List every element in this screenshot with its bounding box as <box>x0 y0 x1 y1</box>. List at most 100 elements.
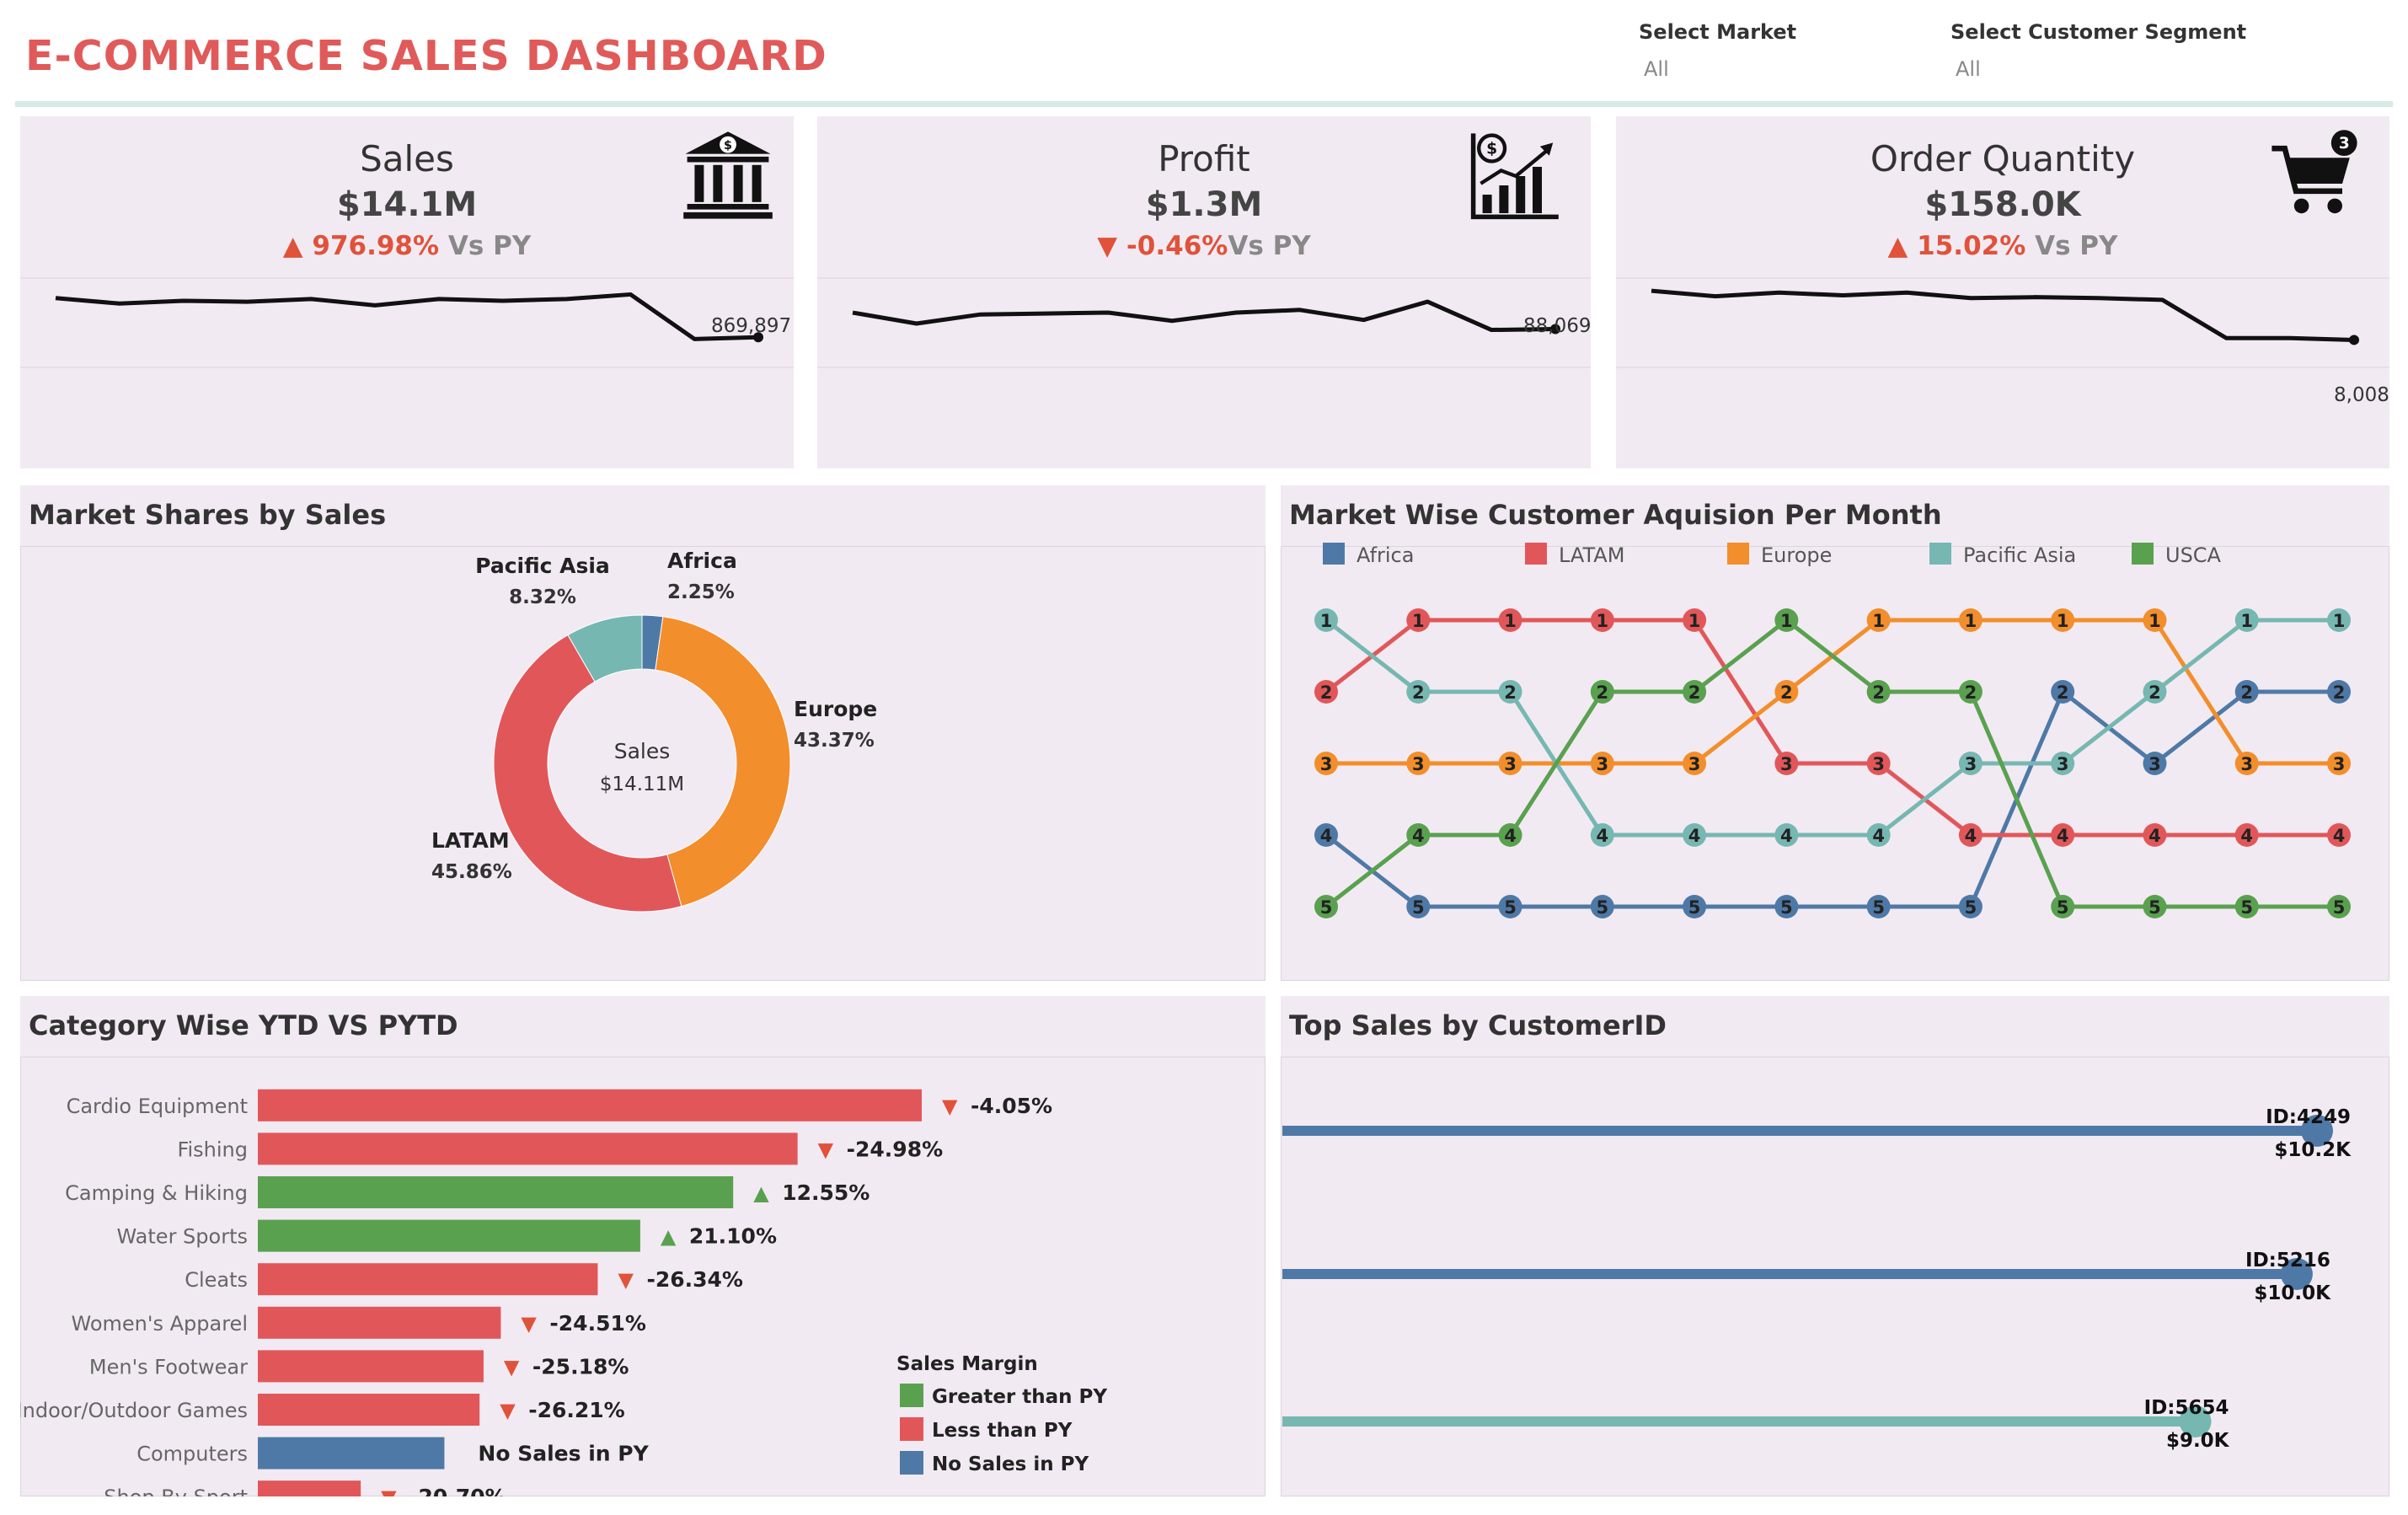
customer-value-label: $9.0K <box>2166 1430 2230 1452</box>
customer-value-label: $10.2K <box>2274 1139 2352 1161</box>
category-label: Computers <box>136 1443 248 1466</box>
select-segment-value[interactable]: All <box>1956 57 2246 81</box>
change-label: -4.05% <box>971 1094 1052 1118</box>
header-divider <box>15 101 2393 107</box>
rank-label: 5 <box>1872 897 1885 918</box>
rank-label: 1 <box>1597 611 1609 631</box>
legend-label: No Sales in PY <box>932 1453 1089 1475</box>
rank-label: 4 <box>2148 826 2161 846</box>
rank-label: 5 <box>1597 897 1609 918</box>
legend-swatch <box>900 1417 923 1441</box>
rank-label: 1 <box>1320 611 1333 631</box>
rank-label: 3 <box>1320 754 1333 774</box>
dashboard-title: E-COMMERCE SALES DASHBOARD <box>25 32 827 80</box>
rank-label: 5 <box>2148 897 2161 918</box>
customer-id-label: ID:4249 <box>2266 1106 2351 1128</box>
growth-chart-dollar-icon: $ <box>1470 133 1559 220</box>
rank-label: 1 <box>1780 611 1793 631</box>
kpi-vs-label: Vs PY <box>1228 231 1311 261</box>
category-panel: Category Wise YTD VS PYTD Cardio Equipme… <box>20 996 1266 1496</box>
legend-swatch <box>1525 543 1547 565</box>
legend-label: LATAM <box>1559 543 1624 567</box>
kpi-vs-label: Vs PY <box>439 231 532 261</box>
rank-label: 2 <box>2240 683 2253 703</box>
rank-label: 4 <box>1320 826 1333 846</box>
rank-label: 4 <box>1412 826 1425 846</box>
profit-kpi-card: Profit $1.3M ▼ -0.46%Vs PY $ 88,069 <box>817 116 1591 468</box>
rank-label: 2 <box>2148 683 2161 703</box>
rank-label: 4 <box>1872 826 1885 846</box>
slice-value-label: 2.25% <box>667 581 735 603</box>
up-arrow-icon: ▲ <box>661 1225 677 1249</box>
donut-slice-europe <box>655 616 791 907</box>
sparkline-last-point <box>2349 335 2359 345</box>
rank-label: 1 <box>1688 611 1701 631</box>
legend-title: Sales Margin <box>896 1353 1038 1375</box>
legend-swatch <box>2132 543 2154 565</box>
customer-value-label: $10.0K <box>2254 1282 2331 1304</box>
rank-label: 4 <box>1688 826 1701 846</box>
kpi-change-pct: 976.98% <box>312 231 440 261</box>
down-arrow-icon: ▼ <box>381 1486 397 1496</box>
rank-label: 3 <box>1965 754 1977 774</box>
legend-swatch <box>1727 543 1749 565</box>
rank-label: 4 <box>1780 826 1793 846</box>
slice-value-label: 8.32% <box>509 586 576 608</box>
shopping-cart-icon: 3 <box>2272 130 2357 214</box>
select-segment-label: Select Customer Segment <box>1950 20 2247 44</box>
series-line-latam <box>1324 618 2339 838</box>
dashboard-header: E-COMMERCE SALES DASHBOARD Select Market… <box>0 0 2408 107</box>
profit-last-value: 88,069 <box>1523 315 1592 337</box>
kpi-change: ▲ 976.98% Vs PY <box>20 231 794 261</box>
rank-label: 3 <box>1872 754 1885 774</box>
svg-text:$: $ <box>724 139 732 153</box>
svg-text:$: $ <box>1486 141 1497 158</box>
category-bar <box>258 1350 484 1383</box>
change-label: -24.51% <box>549 1311 646 1336</box>
change-label: 12.55% <box>782 1180 870 1205</box>
kpi-name: Sales <box>360 138 454 179</box>
category-label: Camping & Hiking <box>65 1181 248 1205</box>
select-market-filter[interactable]: Select Market All <box>1639 20 1796 81</box>
category-label: Cardio Equipment <box>67 1095 248 1118</box>
rank-label: 2 <box>1597 683 1609 703</box>
change-label: -24.98% <box>847 1137 944 1161</box>
rank-label: 2 <box>2333 683 2346 703</box>
category-bar <box>258 1176 734 1208</box>
select-market-value[interactable]: All <box>1644 57 1796 81</box>
slice-label: LATAM <box>431 828 510 853</box>
legend-label: Africa <box>1357 543 1414 567</box>
series-line-africa <box>1324 689 2339 909</box>
kpi-change: ▼ -0.46%Vs PY <box>817 231 1591 261</box>
sparkline-path <box>55 292 759 341</box>
donut-center-label: Sales <box>614 739 671 763</box>
category-bar <box>258 1394 480 1426</box>
select-segment-filter[interactable]: Select Customer Segment All <box>1950 20 2246 81</box>
rank-label: 3 <box>1597 754 1609 774</box>
change-label: -20.70% <box>409 1485 506 1496</box>
slice-label: Europe <box>794 697 877 721</box>
rank-label: 4 <box>2333 826 2346 846</box>
market-share-panel: Market Shares by Sales Africa 2.25% Europe… <box>20 485 1266 981</box>
category-bar <box>258 1263 598 1296</box>
slice-label: Pacific Asia <box>475 554 610 578</box>
legend-swatch <box>1929 543 1951 565</box>
profit-sparkline <box>817 277 1591 368</box>
rank-label: 3 <box>1780 754 1793 774</box>
order-quantity-kpi-card: Order Quantity $158.0K ▲ 15.02% Vs PY 3 … <box>1616 116 2389 468</box>
change-label: -26.21% <box>528 1398 625 1422</box>
rank-label: 2 <box>1965 683 1977 703</box>
sparkline-path <box>1651 288 2355 342</box>
rank-label: 2 <box>1412 683 1425 703</box>
bank-dollar-icon: $ <box>683 131 773 219</box>
legend-swatch <box>1323 543 1345 565</box>
rank-label: 3 <box>1412 754 1425 774</box>
rank-label: 5 <box>1412 897 1425 918</box>
acquisition-bump-chart: Africa LATAM Europe Pacific Asia USCA 4 5 5 5 5 5 5… <box>1314 543 2351 918</box>
sales-sparkline <box>20 277 794 368</box>
sales-kpi-card: Sales $14.1M ▲ 976.98% Vs PY $ 869,897 <box>20 116 794 468</box>
rank-label: 1 <box>2240 611 2253 631</box>
up-arrow-icon: ▲ <box>753 1181 769 1205</box>
rank-label: 5 <box>2057 897 2069 918</box>
rank-label: 1 <box>1965 611 1977 631</box>
